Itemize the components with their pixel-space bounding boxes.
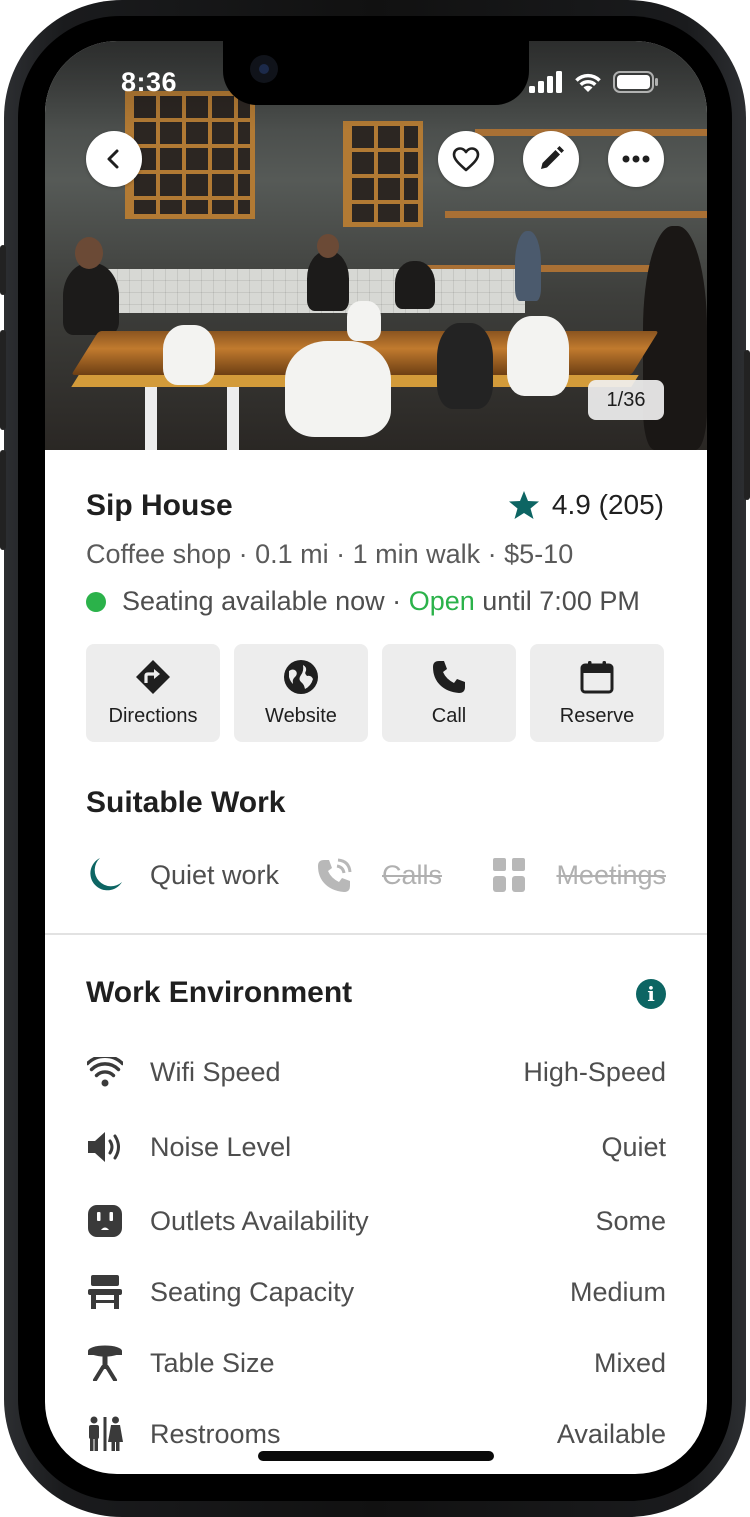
- rating-value: 4.9 (205): [551, 489, 664, 520]
- work-item-calls: Calls: [316, 856, 476, 894]
- status-icons: [529, 71, 659, 93]
- work-item-label: Meetings: [556, 859, 666, 890]
- directions-button[interactable]: Directions: [86, 644, 220, 742]
- env-value: Quiet: [601, 1131, 666, 1162]
- env-value: Mixed: [593, 1347, 666, 1378]
- env-row-noise: Noise Level Quiet: [86, 1127, 666, 1167]
- env-row-table: Table Size Mixed: [86, 1343, 666, 1383]
- phone-icon: [433, 660, 465, 693]
- speaker-icon: [86, 1129, 124, 1165]
- env-label: Wifi Speed: [150, 1056, 281, 1087]
- call-label: Call: [431, 704, 467, 727]
- availability-dot: [86, 591, 106, 612]
- env-label: Seating Capacity: [150, 1276, 355, 1307]
- app-screen: 8:36 1/36 Sip House 4.9 (205) Coffee sho…: [45, 41, 707, 1474]
- edit-button[interactable]: [523, 131, 579, 187]
- reserve-button[interactable]: Reserve: [530, 644, 664, 742]
- seating-status: Seating available now ·: [122, 586, 409, 616]
- calendar-icon: [580, 660, 614, 693]
- outlet-icon: [86, 1203, 124, 1239]
- action-buttons: Directions Website Call Reserve: [86, 644, 666, 742]
- work-environment-heading: Work Environment: [86, 976, 353, 1009]
- chevron-left-icon: [107, 149, 119, 169]
- section-divider: [45, 933, 707, 935]
- suitable-work-heading: Suitable Work: [86, 786, 286, 819]
- home-indicator[interactable]: [258, 1451, 494, 1461]
- rating[interactable]: 4.9 (205): [508, 489, 664, 521]
- env-label: Noise Level: [150, 1131, 292, 1162]
- directions-label: Directions: [108, 704, 198, 727]
- favorite-button[interactable]: [438, 131, 494, 187]
- bench-icon: [86, 1274, 124, 1310]
- call-button[interactable]: Call: [382, 644, 516, 742]
- place-meta: Coffee shop · 0.1 mi · 1 min walk · $5-1…: [86, 539, 574, 569]
- globe-icon: [284, 659, 318, 694]
- info-icon[interactable]: i: [636, 979, 666, 1009]
- restroom-icon: [86, 1416, 124, 1452]
- reserve-label: Reserve: [559, 704, 635, 727]
- place-name: Sip House: [86, 489, 233, 522]
- env-row-restrooms: Restrooms Available: [86, 1414, 666, 1454]
- side-button: [0, 330, 6, 430]
- hours-text: until 7:00 PM: [474, 586, 640, 616]
- battery-icon: [613, 71, 658, 93]
- env-row-wifi: Wifi Speed High-Speed: [86, 1052, 666, 1092]
- side-button: [0, 245, 6, 295]
- status-time: 8:36: [121, 67, 178, 97]
- front-camera: [250, 55, 278, 83]
- meeting-icon: [493, 858, 526, 892]
- directions-icon: [136, 659, 170, 694]
- work-item-label: Quiet work: [150, 859, 280, 890]
- env-label: Table Size: [150, 1347, 275, 1378]
- website-button[interactable]: Website: [234, 644, 368, 742]
- table-icon: [86, 1345, 124, 1381]
- env-value: Medium: [569, 1276, 666, 1307]
- side-button: [0, 450, 6, 550]
- work-item-label: Calls: [382, 859, 443, 890]
- pencil-icon: [541, 146, 564, 169]
- env-row-outlets: Outlets Availability Some: [86, 1201, 666, 1241]
- suitable-work-list: Quiet work Calls Meetings: [86, 854, 666, 896]
- more-dots-icon: [622, 155, 650, 163]
- env-label: Outlets Availability: [150, 1205, 369, 1236]
- env-value: High-Speed: [523, 1056, 666, 1087]
- open-status: Open: [408, 586, 475, 616]
- phone-call-icon: [318, 858, 352, 892]
- wifi-status-icon: [575, 73, 601, 92]
- wifi-icon: [86, 1054, 124, 1090]
- env-row-seating: Seating Capacity Medium: [86, 1272, 666, 1312]
- more-options-button[interactable]: [608, 131, 664, 187]
- work-item-quiet: Quiet work: [86, 856, 316, 894]
- availability-status: Seating available now · Open until 7:00 …: [86, 586, 640, 617]
- side-button: [744, 350, 750, 500]
- env-label: Restrooms: [150, 1418, 281, 1449]
- moon-icon: [90, 858, 122, 891]
- cellular-signal-icon: [529, 71, 562, 93]
- phone-mockup: 8:36 1/36 Sip House 4.9 (205) Coffee sho…: [0, 0, 750, 1517]
- website-label: Website: [265, 704, 337, 727]
- star-icon: [508, 491, 539, 519]
- work-item-meetings: Meetings: [476, 856, 666, 894]
- photo-counter: 1/36: [588, 380, 664, 420]
- env-value: Available: [556, 1418, 666, 1449]
- heart-icon: [452, 147, 480, 172]
- env-value: Some: [595, 1205, 666, 1236]
- back-button[interactable]: [86, 131, 142, 187]
